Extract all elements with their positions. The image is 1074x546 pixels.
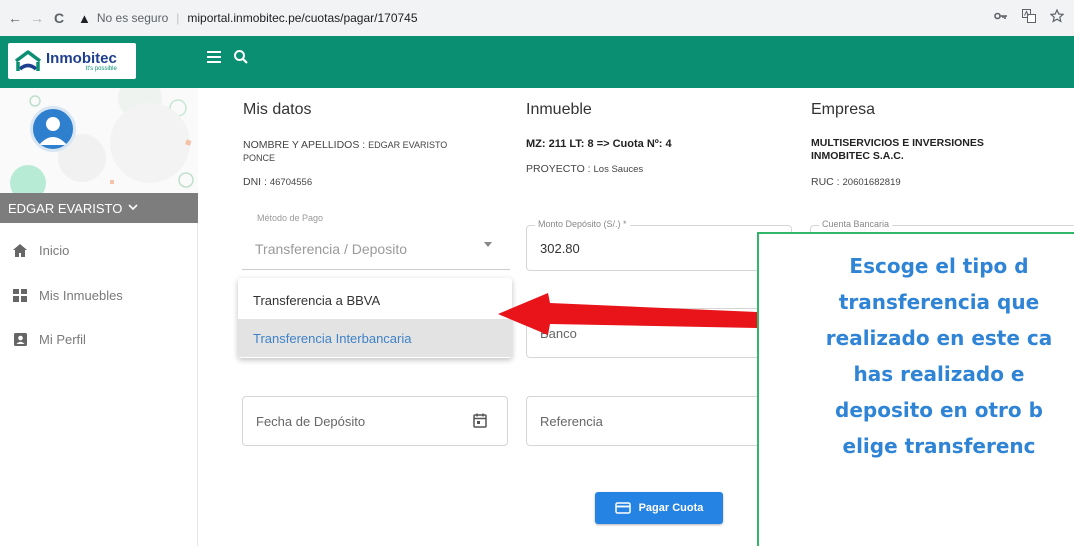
forward-button[interactable]: → (26, 10, 48, 26)
dropdown-caret-icon (484, 242, 492, 247)
dni-value: 46704556 (269, 177, 313, 188)
annotation-line: transferencia que (838, 290, 1040, 314)
url-text[interactable]: miportal.inmobitec.pe/cuotas/pagar/17074… (187, 11, 417, 25)
address-separator: | (176, 11, 180, 25)
empresa-title: Empresa (811, 101, 876, 118)
annotation-line: deposito en otro b (835, 398, 1043, 422)
lote-info: MZ: 211 LT: 8 => Cuota Nº: 4 (526, 138, 672, 150)
pagar-cuota-button[interactable]: Pagar Cuota (595, 492, 723, 524)
nombre-info: NOMBRE Y APELLIDOS : EDGAR EVARISTO PONC… (243, 139, 503, 165)
calendar-icon[interactable] (473, 413, 487, 433)
proyecto-value: Los Sauces (593, 164, 644, 175)
card-icon (614, 502, 631, 514)
empresa-name: MULTISERVICIOS E INVERSIONES INMOBITEC S… (811, 137, 984, 163)
referencia-placeholder: Referencia (540, 414, 603, 429)
proyecto-info: PROYECTO : Los Sauces (526, 163, 643, 176)
monto-deposito-label: Monto Depósito (S/.) * (535, 219, 630, 229)
metodo-pago-select[interactable]: Método de Pago Transferencia / Deposito (242, 213, 510, 270)
hamburger-menu-icon[interactable] (207, 51, 221, 63)
sidebar-profile-background (0, 88, 198, 193)
star-icon[interactable] (1049, 8, 1065, 26)
banco-placeholder: Banco (540, 326, 577, 341)
sidebar-item-label: Mis Inmuebles (39, 287, 123, 303)
user-menu[interactable]: EDGAR EVARISTO (0, 193, 198, 223)
reload-button[interactable]: C (48, 10, 70, 26)
monto-deposito-value: 302.80 (540, 241, 580, 256)
empresa-name-2: INMOBITEC S.A.C. (811, 150, 904, 163)
annotation-line: has realizado e (853, 362, 1025, 386)
dni-info: DNI : 46704556 (243, 176, 312, 189)
sidebar: EDGAR EVARISTO Inicio Mis Inmuebles Mi P… (0, 88, 198, 546)
annotation-line: realizado en este ca (825, 326, 1053, 350)
avatar[interactable] (30, 106, 76, 152)
nombre-value-2: PONCE (243, 153, 276, 164)
sidebar-item-inicio[interactable]: Inicio (0, 235, 198, 265)
referencia-field[interactable]: Referencia (526, 396, 792, 446)
sidebar-item-label: Inicio (39, 242, 70, 258)
logo-name: Inmobitec (46, 49, 117, 67)
dni-label: DNI : (243, 176, 267, 188)
translate-icon[interactable] (1022, 9, 1036, 26)
option-transferencia-bbva[interactable]: Transferencia a BBVA (238, 281, 512, 319)
proyecto-label: PROYECTO : (526, 163, 591, 175)
ruc-info: RUC : 20601682819 (811, 176, 901, 189)
ruc-label: RUC : (811, 176, 840, 188)
app-header: Inmobitec It's possible (0, 36, 1074, 88)
ruc-value: 20601682819 (842, 177, 901, 188)
nombre-label: NOMBRE Y APELLIDOS : (243, 139, 366, 151)
search-icon[interactable] (233, 49, 249, 65)
sidebar-item-label: Mi Perfil (39, 331, 86, 347)
logo[interactable]: Inmobitec It's possible (8, 43, 136, 79)
mis-datos-title: Mis datos (243, 101, 312, 118)
sidebar-item-mi-perfil[interactable]: Mi Perfil (0, 324, 198, 354)
metodo-pago-label: Método de Pago (255, 213, 326, 223)
monto-deposito-field[interactable]: Monto Depósito (S/.) * 302.80 (526, 219, 792, 271)
fecha-deposito-field[interactable]: Fecha de Depósito (242, 396, 508, 446)
browser-toolbar: ← → C ▲ No es seguro | miportal.inmobite… (0, 0, 1074, 36)
warning-icon: ▲ (78, 10, 91, 26)
logo-house-icon (14, 49, 42, 73)
metodo-pago-dropdown: Transferencia a BBVA Transferencia Inter… (238, 278, 512, 358)
address-bar[interactable]: ▲ No es seguro | miportal.inmobitec.pe/c… (78, 11, 418, 26)
inmueble-title: Inmueble (526, 101, 592, 118)
home-icon (13, 243, 27, 257)
empresa-name-1: MULTISERVICIOS E INVERSIONES (811, 137, 984, 149)
key-icon[interactable] (994, 9, 1008, 26)
cuenta-bancaria-label: Cuenta Bancaria (819, 219, 893, 229)
fecha-deposito-placeholder: Fecha de Depósito (256, 414, 366, 429)
sidebar-item-mis-inmuebles[interactable]: Mis Inmuebles (0, 280, 198, 310)
option-transferencia-interbancaria[interactable]: Transferencia Interbancaria (238, 319, 512, 357)
annotation-line: elige transferenc (842, 434, 1036, 458)
metodo-pago-value: Transferencia / Deposito (255, 241, 407, 257)
grid-icon (13, 288, 27, 302)
annotation-text: Escoge el tipo d transferencia que reali… (759, 248, 1074, 464)
back-button[interactable]: ← (4, 10, 26, 26)
not-secure-label: No es seguro (96, 11, 169, 25)
chevron-down-icon (128, 203, 138, 214)
nombre-value-1: EDGAR EVARISTO (368, 140, 448, 150)
annotation-callout: Escoge el tipo d transferencia que reali… (757, 232, 1074, 546)
pagar-cuota-label: Pagar Cuota (638, 502, 704, 514)
user-name: EDGAR EVARISTO (8, 200, 123, 216)
banco-field[interactable]: Banco (526, 308, 792, 358)
annotation-line: Escoge el tipo d (849, 254, 1029, 278)
profile-icon (13, 332, 27, 346)
